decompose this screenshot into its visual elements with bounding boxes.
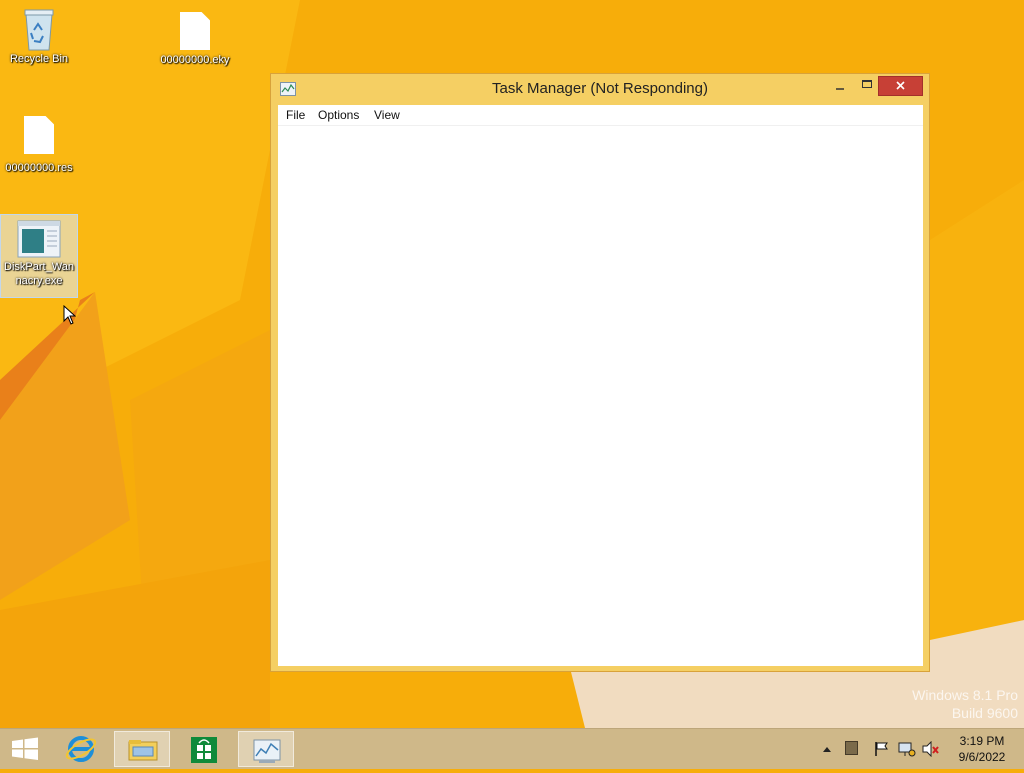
os-watermark: Windows 8.1 Pro Build 9600 (912, 686, 1018, 722)
action-center-flag-icon[interactable] (874, 741, 890, 757)
taskbar-store[interactable] (176, 731, 232, 767)
file-eky-icon[interactable]: 00000000.eky (157, 12, 233, 67)
system-clock[interactable]: 3:19 PM 9/6/2022 (950, 733, 1014, 765)
clock-date: 9/6/2022 (958, 750, 1006, 764)
diskpart-exe-label-line2: nacry.exe (15, 275, 63, 287)
file-res-label: 00000000.res (5, 162, 73, 174)
menu-bar: File Options View (278, 105, 923, 126)
menu-view[interactable]: View (374, 108, 400, 122)
minimize-icon (836, 88, 844, 90)
task-manager-window[interactable]: Task Manager (Not Responding) File Optio… (270, 73, 930, 672)
file-eky-label: 00000000.eky (160, 54, 230, 66)
show-hidden-icons-chevron-icon[interactable] (822, 745, 832, 753)
maximize-button[interactable] (854, 76, 880, 96)
recycle-bin-glyph (24, 9, 54, 51)
taskbar: 3:19 PM 9/6/2022 (0, 728, 1024, 769)
executable-window-icon (17, 220, 61, 258)
document-icon (180, 12, 210, 50)
diskpart-exe-label-line1: DiskPart_Wan (4, 261, 74, 273)
task-manager-icon (253, 739, 281, 763)
close-button[interactable] (878, 76, 923, 96)
taskbar-file-explorer[interactable] (114, 731, 170, 767)
internet-explorer-icon (65, 736, 97, 762)
menu-options[interactable]: Options (318, 108, 359, 122)
recycle-bin-label: Recycle Bin (9, 53, 69, 65)
store-icon (191, 737, 217, 763)
clock-time: 3:19 PM (959, 734, 1005, 748)
volume-muted-icon[interactable] (922, 741, 940, 757)
recycle-bin-icon[interactable]: Recycle Bin (1, 6, 77, 66)
folder-icon (128, 740, 158, 761)
watermark-edition: Windows 8.1 Pro (912, 687, 1018, 703)
menu-file[interactable]: File (286, 108, 305, 122)
start-button[interactable] (0, 731, 50, 767)
windows-logo-icon (12, 737, 38, 760)
document-icon (24, 116, 54, 154)
minimize-button[interactable] (827, 76, 853, 96)
mouse-cursor-icon (63, 305, 76, 325)
watermark-build: Build 9600 (951, 705, 1018, 721)
network-icon[interactable] (898, 741, 916, 757)
diskpart-exe-icon[interactable]: DiskPart_Wan nacry.exe (0, 214, 78, 298)
taskbar-internet-explorer[interactable] (54, 731, 110, 767)
keyboard-tray-icon[interactable] (845, 741, 858, 755)
window-content: File Options View (278, 105, 923, 666)
close-icon (896, 81, 905, 90)
taskbar-task-manager[interactable] (238, 731, 294, 767)
file-res-icon[interactable]: 00000000.res (1, 116, 77, 175)
title-bar[interactable]: Task Manager (Not Responding) (271, 74, 929, 104)
maximize-icon (862, 80, 872, 88)
